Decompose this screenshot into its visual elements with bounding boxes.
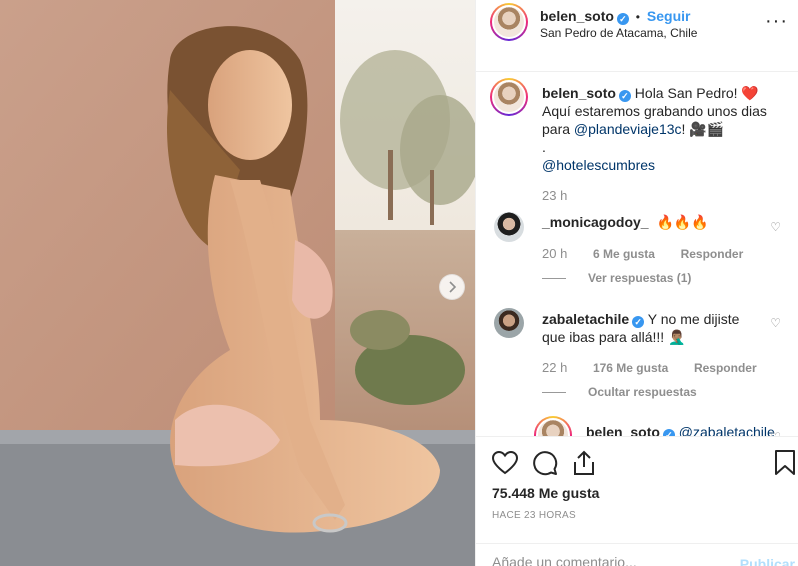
hide-replies[interactable]: Ocultar respuestas [542,384,697,399]
follow-button[interactable]: Seguir [647,8,691,24]
add-comment-section: Publicar [476,543,798,566]
caption-line-3-suffix: ! 🎥🎬 [681,121,725,137]
view-replies[interactable]: Ver respuestas (1) [542,270,691,285]
comments-list: belen_soto ✓ Hola San Pedro! ❤️ Aquí esta… [476,72,798,436]
next-photo-button[interactable] [439,274,465,300]
caption-time[interactable]: 23 h [542,188,567,203]
nested-reply: belen_soto ✓ @zabaletachile [586,424,775,436]
publish-button[interactable]: Publicar [740,556,795,566]
comment-2: zabaletachile ✓ Y no me dijiste que ibas … [542,310,739,346]
post-photo [0,0,475,566]
comment-1-meta: 20 h 6 Me gusta Responder [542,246,765,261]
comment-like-icon[interactable]: ♡ [770,220,781,234]
post-time[interactable]: HACE 23 HORAS [492,510,576,521]
reply-avatar[interactable] [534,416,572,436]
avatar[interactable] [490,3,528,41]
comment-username[interactable]: _monicagodoy_ [542,214,649,230]
reply-button[interactable]: Responder [681,247,744,261]
comment-icon[interactable] [532,450,558,476]
reply-button[interactable]: Responder [694,361,757,375]
bookmark-icon[interactable] [774,450,796,476]
share-icon[interactable] [572,450,596,476]
location-link[interactable]: San Pedro de Atacama, Chile [540,26,697,40]
comment-avatar[interactable] [494,212,524,242]
caption-username[interactable]: belen_soto [542,85,616,101]
view-replies-label[interactable]: Ver respuestas (1) [588,271,691,285]
comment-time[interactable]: 20 h [542,246,567,261]
comment-avatar[interactable] [494,308,524,338]
reply-username[interactable]: belen_soto [586,424,660,436]
comment-likes[interactable]: 6 Me gusta [593,247,655,261]
heart-icon[interactable] [492,451,518,475]
caption-line-3-prefix: para [542,121,574,137]
divider-line [542,392,566,394]
post-header: belen_soto ✓ • Seguir San Pedro de Atacam… [476,0,798,72]
verified-badge-icon: ✓ [616,13,629,25]
caption-dot: . [542,139,546,155]
verified-badge-icon: ✓ [662,429,675,436]
divider-line [542,278,566,280]
comment-time[interactable]: 22 h [542,360,567,375]
post-side-panel: belen_soto ✓ • Seguir San Pedro de Atacam… [475,0,798,566]
comment-like-icon[interactable]: ♡ [770,316,781,330]
caption-line-2: Aquí estaremos grabando unos dias [542,103,767,119]
post-image [0,0,475,566]
caption-line-1: Hola San Pedro! ❤️ [634,85,759,101]
verified-badge-icon: ✓ [632,316,645,328]
likes-count[interactable]: 75.448 Me gusta [492,485,599,501]
comment-username[interactable]: zabaletachile [542,311,629,327]
caption-avatar[interactable] [490,78,528,116]
post-actions: 75.448 Me gusta HACE 23 HORAS Publicar [476,436,798,566]
caption: belen_soto ✓ Hola San Pedro! ❤️ Aquí esta… [542,84,787,174]
verified-badge-icon: ✓ [618,90,631,102]
mention-link-hotel[interactable]: @hotelescumbres [542,157,655,173]
separator-dot: • [635,10,640,24]
chevron-right-icon [449,281,457,293]
comment-text: 🔥🔥🔥 [656,214,709,230]
more-options-button[interactable]: ··· [765,10,788,33]
comment-2-meta: 22 h 176 Me gusta Responder [542,360,779,375]
mention-link[interactable]: @plandeviaje13c [574,121,682,137]
comment-input[interactable] [492,554,722,566]
comment-likes[interactable]: 176 Me gusta [593,361,668,375]
comment-text-line-1: Y no me dijiste [647,311,740,327]
hide-replies-label[interactable]: Ocultar respuestas [588,385,697,399]
caption-meta: 23 h [542,188,589,203]
reply-mention-link[interactable]: @zabaletachile [679,424,775,436]
post-username[interactable]: belen_soto [540,8,614,24]
comment-text-line-2: que ibas para allá!!! 🤦🏽‍♂️ [542,329,686,345]
comment-1: _monicagodoy_ 🔥🔥🔥 [542,214,709,231]
